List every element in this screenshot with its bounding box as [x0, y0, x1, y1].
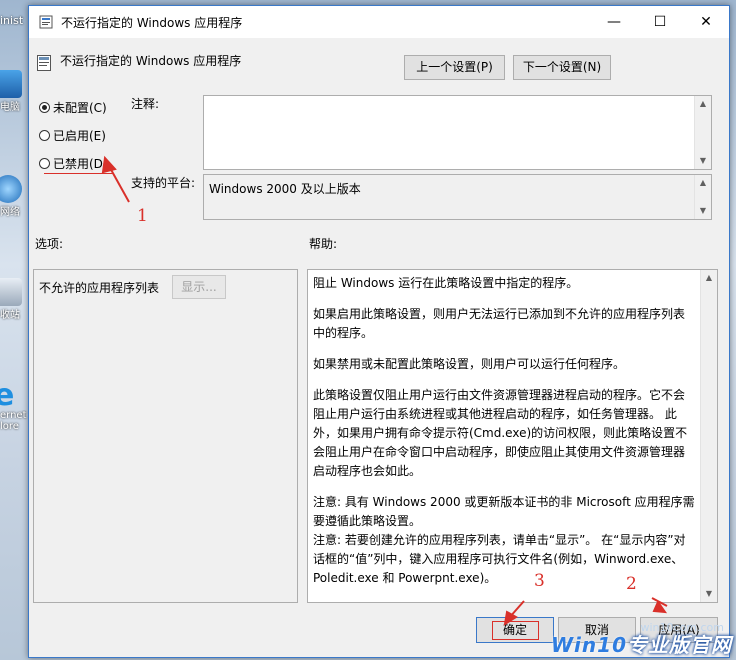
- radio-label: 未配置(C): [53, 100, 107, 115]
- help-paragraph: 注意: 具有 Windows 2000 或更新版本证书的非 Microsoft …: [313, 495, 695, 528]
- title-bar: 不运行指定的 Windows 应用程序 — ☐ ✕: [29, 6, 729, 38]
- scroll-up-icon[interactable]: ▲: [695, 96, 711, 112]
- help-scrollbar[interactable]: ▲ ▼: [700, 270, 717, 602]
- show-button[interactable]: 显示...: [172, 275, 226, 299]
- comment-textarea[interactable]: ▲ ▼: [203, 95, 712, 170]
- help-paragraph: 注意: 若要创建允许的应用程序列表，请单击“显示”。 在“显示内容”对话框的“值…: [313, 533, 686, 585]
- close-icon: ✕: [700, 14, 712, 30]
- annotation-number-1: 1: [137, 206, 148, 226]
- help-panel: 阻止 Windows 运行在此策略设置中指定的程序。 如果启用此策略设置，则用户…: [307, 269, 718, 603]
- scroll-up-icon[interactable]: ▲: [701, 270, 717, 286]
- desktop-icon-ie[interactable]: e ernet lore: [0, 378, 30, 433]
- platform-field: Windows 2000 及以上版本 ▲ ▼: [203, 174, 712, 220]
- desktop-icon-label: 网络: [0, 207, 20, 218]
- next-setting-button[interactable]: 下一个设置(N): [513, 55, 611, 80]
- radio-enabled[interactable]: 已启用(E): [39, 126, 106, 144]
- previous-setting-button[interactable]: 上一个设置(P): [404, 55, 505, 80]
- desktop-icon-label: 电脑: [0, 102, 20, 113]
- maximize-icon: ☐: [653, 14, 667, 30]
- desktop-icon-label: ernet lore: [0, 410, 27, 432]
- policy-dialog: 不运行指定的 Windows 应用程序 — ☐ ✕ 不运行指定的 Windows…: [28, 5, 730, 658]
- disallowed-list-label: 不允许的应用程序列表: [39, 281, 160, 295]
- setting-icon: [37, 55, 51, 71]
- desktop-icon-network[interactable]: 网络: [0, 175, 30, 218]
- recycle-bin-icon: [0, 278, 22, 306]
- scroll-down-icon[interactable]: ▼: [695, 203, 711, 219]
- platform-scrollbar[interactable]: ▲ ▼: [694, 175, 711, 219]
- desktop-icon-recycle-bin[interactable]: 收站: [0, 278, 30, 321]
- annotation-number-3: 3: [534, 571, 545, 591]
- policy-icon: [39, 15, 53, 29]
- desktop-icon-label: 收站: [0, 310, 20, 321]
- annotation-underline: [44, 156, 114, 174]
- help-paragraph: 如果启用此策略设置，则用户无法运行已添加到不允许的应用程序列表中的程序。: [313, 307, 686, 340]
- ok-button[interactable]: 确定: [476, 617, 554, 643]
- annotation-box: [492, 621, 539, 640]
- options-panel: 不允许的应用程序列表 显示...: [33, 269, 298, 603]
- radio-not-configured[interactable]: 未配置(C): [39, 98, 107, 116]
- maximize-button[interactable]: ☐: [637, 6, 683, 38]
- setting-title: 不运行指定的 Windows 应用程序: [60, 54, 242, 68]
- radio-label: 已启用(E): [53, 128, 106, 143]
- comment-scrollbar[interactable]: ▲ ▼: [694, 96, 711, 169]
- scroll-down-icon[interactable]: ▼: [695, 153, 711, 169]
- radio-indicator: [39, 129, 50, 141]
- window-title: 不运行指定的 Windows 应用程序: [61, 16, 243, 30]
- options-label: 选项:: [35, 237, 64, 251]
- scroll-down-icon[interactable]: ▼: [701, 586, 717, 602]
- watermark-logo: Win10专业版官网: [551, 629, 732, 658]
- desktop-icon-computer[interactable]: 电脑: [0, 70, 30, 113]
- network-icon: [0, 175, 22, 203]
- close-button[interactable]: ✕: [683, 6, 729, 38]
- scroll-up-icon[interactable]: ▲: [695, 175, 711, 191]
- minimize-icon: —: [607, 14, 621, 30]
- watermark-prefix: Win10: [551, 633, 627, 657]
- help-paragraph: 此策略设置仅阻止用户运行由文件资源管理器进程启动的程序。它不会阻止用户运行由系统…: [313, 388, 688, 478]
- computer-icon: [0, 70, 22, 98]
- comment-label: 注释:: [131, 97, 160, 111]
- internet-explorer-icon: e: [0, 378, 15, 413]
- help-label: 帮助:: [309, 237, 338, 251]
- minimize-button[interactable]: —: [591, 6, 637, 38]
- desktop-top-label: inist: [0, 14, 24, 27]
- platform-value: Windows 2000 及以上版本: [209, 182, 361, 196]
- help-text: 阻止 Windows 运行在此策略设置中指定的程序。 如果启用此策略设置，则用户…: [313, 274, 695, 598]
- annotation-number-2: 2: [626, 574, 637, 594]
- watermark-suffix: 专业版官网: [627, 633, 732, 657]
- help-paragraph: 如果禁用或未配置此策略设置，则用户可以运行任何程序。: [313, 357, 626, 371]
- platform-label: 支持的平台:: [131, 176, 196, 190]
- radio-indicator: [39, 101, 50, 113]
- help-paragraph: 阻止 Windows 运行在此策略设置中指定的程序。: [313, 276, 579, 290]
